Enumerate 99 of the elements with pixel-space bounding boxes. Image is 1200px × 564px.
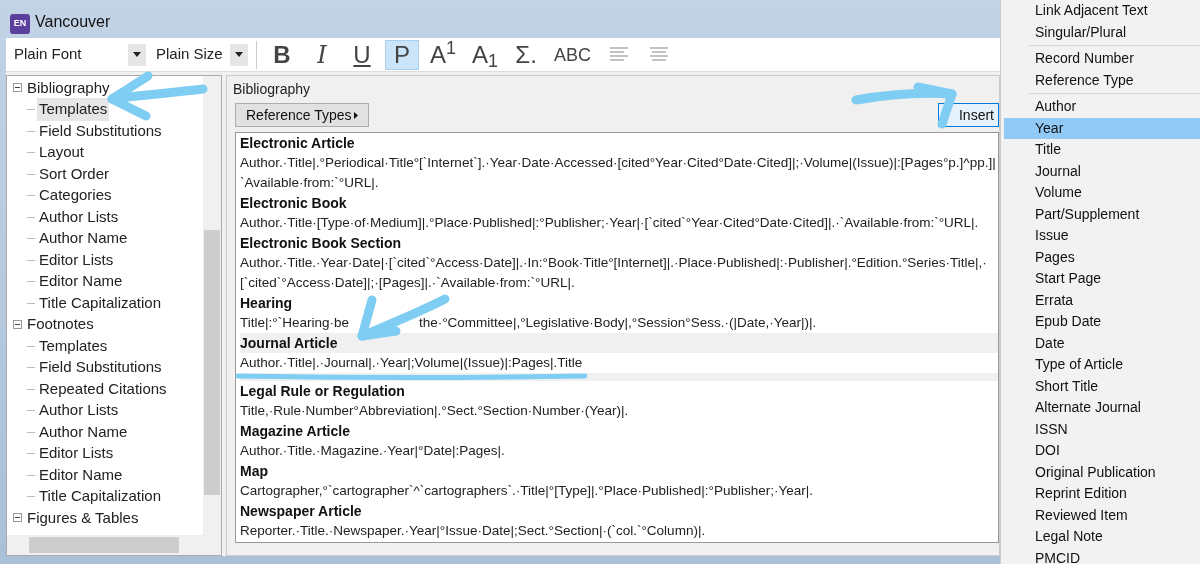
menu-item[interactable]: Journal xyxy=(1004,160,1200,182)
tree-item[interactable]: Layout xyxy=(37,141,87,164)
format-button[interactable]: A$^{1}$ xyxy=(425,39,462,70)
template-text: Title,·Rule·Number°Abbreviation|.°Sect.°Section·Number·(Year)|. xyxy=(240,402,629,420)
collapse-icon[interactable] xyxy=(13,319,22,329)
reference-type-heading: Electronic Book Section xyxy=(240,234,402,252)
tree-item[interactable]: Templates xyxy=(37,334,110,357)
menu-item[interactable]: Epub Date xyxy=(1004,311,1200,333)
menu-item[interactable]: Issue xyxy=(1004,225,1200,247)
tree-item[interactable]: Figures & Tables xyxy=(25,506,141,529)
selected-template[interactable]: Journal Article Author.·Title|.·Journal|.·Year|;Volume|(Issue)|:Pages|.Title xyxy=(240,333,998,381)
menu-item[interactable]: Errata xyxy=(1004,289,1200,311)
reference-type-heading: Electronic Article xyxy=(240,134,355,152)
menu-item[interactable]: Singular/Plural xyxy=(1004,21,1200,43)
tree-item[interactable]: Author Name xyxy=(37,227,130,250)
menu-item[interactable]: ISSN xyxy=(1004,418,1200,440)
tree-item[interactable]: Repeated Citations xyxy=(37,377,169,400)
template-text: Cartographer,°`cartographer`^`cartographers`.·Title|°[Type]|.°Place·Published|:°Publisher;·Year|. xyxy=(240,482,813,500)
template-text: Author.·Title|.·Journal|.·Year|;Volume|(Issue)|:Pages|.Title xyxy=(240,354,583,372)
tree-item[interactable]: Title Capitalization xyxy=(37,485,163,508)
tree-item[interactable]: Author Lists xyxy=(37,399,121,422)
menu-item[interactable]: Author xyxy=(1004,96,1200,118)
menu-item[interactable]: Date xyxy=(1004,332,1200,354)
tree-item[interactable]: Field Substitutions xyxy=(37,356,164,379)
tree-item[interactable]: Editor Name xyxy=(37,463,125,486)
template-text: [`cited`°Access·Date]|;·[Pages]|.·`Available·from:`°URL|. xyxy=(240,274,575,292)
reference-types-button[interactable]: Reference Types xyxy=(235,103,369,127)
vertical-scrollbar[interactable] xyxy=(203,76,221,535)
template-text: the·°Committee|,°Legislative·Body|,°Session°Sess.·(|Date,·Year|)|. xyxy=(418,314,817,332)
menu-item[interactable]: PMCID xyxy=(1004,547,1200,564)
menu-item[interactable]: Legal Note xyxy=(1004,526,1200,548)
scrollbar-thumb[interactable] xyxy=(204,230,220,495)
template-text: Author.·Title.·Year·Date|·[`cited`°Access·Date]|.·In:°Book·Title°[Internet]|.·Place·Published|:·Publisher|.°Edition.°Series·Title|,· xyxy=(240,254,987,272)
tree-item[interactable]: Author Lists xyxy=(37,205,121,228)
format-button[interactable]: ABC xyxy=(549,39,597,70)
menu-item[interactable]: Type of Article xyxy=(1004,354,1200,376)
tree-item[interactable]: Footnotes xyxy=(25,313,96,336)
tree-item[interactable]: Sort Order xyxy=(37,162,112,185)
template-text: Author.·Title|.°Periodical·Title°[`Internet`].·Year·Date·Accessed·[cited°Year·Cited°Date·Cited]|;·Volume|(Issue)|:[Pages°p.]^pp.]| xyxy=(240,154,996,172)
menu-item[interactable]: Alternate Journal xyxy=(1004,397,1200,419)
format-button[interactable]: A$_{1}$ xyxy=(467,39,504,70)
menu-item[interactable]: Short Title xyxy=(1004,375,1200,397)
format-button[interactable]: Σ. xyxy=(509,39,544,70)
horizontal-scrollbar[interactable] xyxy=(7,535,221,555)
template-entry[interactable]: Magazine Article Author.·Title.·Magazine.·Year|°Date|:Pages|. xyxy=(240,421,998,461)
template-editor[interactable] xyxy=(235,132,999,543)
reference-type-heading: Map xyxy=(240,462,268,480)
menu-item[interactable]: Reviewed Item xyxy=(1004,504,1200,526)
window-title: Vancouver xyxy=(35,12,111,32)
tree-item[interactable]: Editor Lists xyxy=(37,442,116,465)
menu-item[interactable]: Year xyxy=(1004,117,1200,139)
tree-item[interactable]: Field Substitutions xyxy=(37,119,164,142)
pane-title: Bibliography xyxy=(232,80,312,99)
template-entry[interactable]: Electronic Article Author.·Title|.°Periodical·Title°[`Internet`].·Year·Date·Accessed·[cited°Year·Cited°Date·Cited]|;·Volume|(Issue)|:[Pages°p.]^pp.]| `Available·from:`°URL|. xyxy=(240,133,998,193)
template-text: Author.·Title·[Type·of·Medium]|.°Place·Published|:°Publisher;·Year|·[`cited`°Year·Cited°Date·Cited]|.·`Available·from:`°URL|. xyxy=(240,214,979,232)
menu-item[interactable]: Link Adjacent Text xyxy=(1004,0,1200,22)
template-text: Title|:°`Hearing·be xyxy=(240,314,349,332)
collapse-icon[interactable] xyxy=(13,83,22,93)
reference-type-heading: Journal Article xyxy=(240,334,338,352)
format-button[interactable]: U xyxy=(345,39,379,70)
format-button[interactable]: I xyxy=(305,39,339,70)
template-entry[interactable]: Newspaper Article Reporter.·Title.·Newspaper.·Year|°Issue·Date|;Sect.°Section|·(`col.`°Column)|. xyxy=(240,501,998,541)
reference-type-heading: Newspaper Article xyxy=(240,502,362,520)
template-entry[interactable]: Map Cartographer,°`cartographer`^`cartographers`.·Title|°[Type]|.°Place·Published|:°Publisher;·Year|. xyxy=(240,461,998,501)
format-button[interactable]: B xyxy=(265,39,299,70)
tree-item[interactable]: Bibliography xyxy=(25,76,112,99)
align-left-icon xyxy=(609,46,630,63)
tree-item[interactable]: Author Name xyxy=(37,420,130,443)
template-entry[interactable]: Hearing Title|:°`Hearing·be the·°Committee|,°Legislative·Body|,°Session°Sess.·(|Date,·Year|)|. xyxy=(240,293,998,333)
menu-item[interactable]: Part/Supplement xyxy=(1004,203,1200,225)
tree-item[interactable]: Editor Lists xyxy=(37,248,116,271)
menu-item[interactable]: Record Number xyxy=(1004,48,1200,70)
template-entry[interactable]: Electronic Book Author.·Title·[Type·of·Medium]|.°Place·Published|:°Publisher;·Year|·[`cited`°Year·Cited°Date·Cited]|.·`Available·from:`°URL|. xyxy=(240,193,998,233)
template-text: Reporter.·Title.·Newspaper.·Year|°Issue·Date|;Sect.°Section|·(`col.`°Column)|. xyxy=(240,522,706,540)
format-button[interactable]: P xyxy=(385,39,419,70)
menu-item[interactable]: Pages xyxy=(1004,246,1200,268)
tree-item[interactable]: Templates xyxy=(37,98,110,121)
reference-type-heading: Magazine Article xyxy=(240,422,350,440)
tree-item[interactable]: Categories xyxy=(37,184,114,207)
menu-item[interactable]: DOI xyxy=(1004,440,1200,462)
app-logo: EN xyxy=(10,14,30,34)
reference-type-heading: Legal Rule or Regulation xyxy=(240,382,405,400)
template-entry[interactable]: Legal Rule or Regulation Title,·Rule·Number°Abbreviation|.°Sect.°Section·Number·(Year)|. xyxy=(240,381,998,421)
reference-type-heading: Electronic Book xyxy=(240,194,347,212)
template-text: Author.·Title.·Magazine.·Year|°Date|:Pages|. xyxy=(240,442,505,460)
align-center-icon xyxy=(649,46,670,63)
scrollbar-thumb[interactable] xyxy=(29,537,179,553)
tree-item[interactable]: Title Capitalization xyxy=(37,291,163,314)
tree-item[interactable]: Editor Name xyxy=(37,270,125,293)
menu-item[interactable]: Start Page xyxy=(1004,268,1200,290)
reference-type-heading: Hearing xyxy=(240,294,293,312)
collapse-icon[interactable] xyxy=(13,513,22,523)
menu-item[interactable]: Reference Type xyxy=(1004,69,1200,91)
menu-item[interactable]: Original Publication xyxy=(1004,461,1200,483)
template-text: `Available·from:`°URL|. xyxy=(240,174,379,192)
submenu-arrow-icon xyxy=(353,111,358,119)
menu-item[interactable]: Reprint Edition xyxy=(1004,483,1200,505)
menu-item[interactable]: Title xyxy=(1004,139,1200,161)
menu-item[interactable]: Volume xyxy=(1004,182,1200,204)
